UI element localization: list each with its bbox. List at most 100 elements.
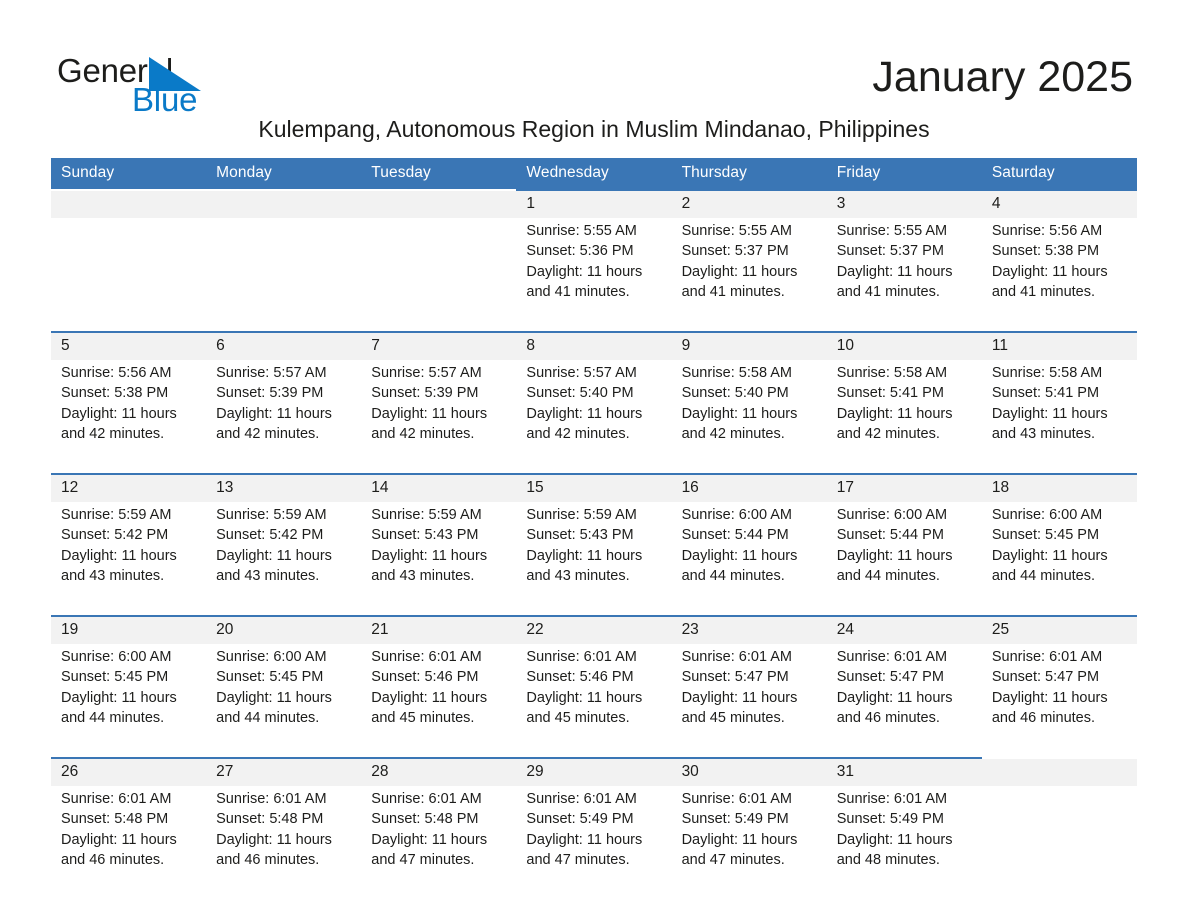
sunset-text: Sunset: 5:38 PM — [61, 385, 169, 402]
day-cell[interactable]: Sunrise: 6:01 AM Sunset: 5:49 PM Daylight:… — [671, 786, 827, 899]
daylight-text-cont: and 47 minutes. — [371, 851, 475, 868]
weekday-header-friday: Friday — [826, 158, 982, 190]
day-cell[interactable]: Sunrise: 6:00 AM Sunset: 5:44 PM Daylight:… — [826, 502, 982, 616]
day-number[interactable]: 31 — [826, 757, 982, 786]
day-cell[interactable]: Sunrise: 5:55 AM Sunset: 5:37 PM Daylight:… — [826, 218, 982, 332]
sunset-text: Sunset: 5:41 PM — [836, 385, 944, 402]
day-number[interactable]: 12 — [51, 473, 207, 502]
weekday-header-saturday: Saturday — [981, 158, 1137, 190]
day-cell[interactable]: Sunrise: 5:55 AM Sunset: 5:37 PM Daylight:… — [671, 218, 827, 332]
day-cell[interactable]: Sunrise: 5:57 AM Sunset: 5:39 PM Daylight:… — [206, 360, 362, 474]
day-number[interactable]: 26 — [51, 757, 207, 786]
day-cell[interactable]: Sunrise: 6:01 AM Sunset: 5:48 PM Daylight:… — [361, 786, 517, 899]
day-cell[interactable]: Sunrise: 6:00 AM Sunset: 5:45 PM Daylight:… — [206, 644, 362, 758]
day-cell[interactable]: Sunrise: 6:01 AM Sunset: 5:49 PM Daylight:… — [516, 786, 672, 899]
sunrise-text: Sunrise: 6:01 AM — [371, 791, 482, 807]
day-cell[interactable]: Sunrise: 5:55 AM Sunset: 5:36 PM Daylight:… — [516, 218, 672, 332]
day-number[interactable]: 3 — [826, 189, 982, 218]
day-number[interactable]: 8 — [516, 331, 672, 360]
daylight-text: Daylight: 11 hours — [526, 405, 643, 422]
sunrise-text: Sunrise: 6:00 AM — [216, 649, 327, 665]
sunset-text: Sunset: 5:36 PM — [526, 243, 634, 260]
day-number[interactable]: 28 — [361, 757, 517, 786]
day-number[interactable]: 5 — [51, 331, 207, 360]
daylight-text: Daylight: 11 hours — [991, 547, 1108, 564]
daylight-text-cont: and 41 minutes. — [991, 283, 1096, 300]
day-number[interactable]: 27 — [206, 757, 362, 786]
daylight-text: Daylight: 11 hours — [216, 405, 332, 422]
generalblue-logo[interactable]: General Blue — [57, 52, 257, 118]
day-number[interactable]: 2 — [671, 189, 827, 218]
day-number[interactable]: 17 — [826, 473, 982, 502]
day-cell[interactable]: Sunrise: 6:01 AM Sunset: 5:47 PM Daylight:… — [671, 644, 827, 758]
day-number[interactable]: 9 — [671, 331, 827, 360]
sunset-text: Sunset: 5:47 PM — [681, 669, 789, 686]
day-number[interactable]: 10 — [826, 331, 982, 360]
calendar-header-row: Sunday Monday Tuesday Wednesday Thursday… — [51, 158, 1137, 190]
day-number[interactable]: 6 — [206, 331, 362, 360]
day-number[interactable]: 19 — [51, 615, 207, 644]
day-cell[interactable]: Sunrise: 5:58 AM Sunset: 5:41 PM Daylight:… — [826, 360, 982, 474]
sunset-text: Sunset: 5:40 PM — [526, 385, 634, 402]
day-number[interactable]: 30 — [671, 757, 827, 786]
day-cell[interactable]: Sunrise: 5:57 AM Sunset: 5:39 PM Daylight:… — [361, 360, 517, 474]
day-number[interactable]: 23 — [671, 615, 827, 644]
day-cell[interactable]: Sunrise: 5:59 AM Sunset: 5:43 PM Daylight:… — [516, 502, 672, 616]
day-number[interactable]: 16 — [671, 473, 827, 502]
day-cell[interactable]: Sunrise: 6:00 AM Sunset: 5:45 PM Daylight:… — [51, 644, 207, 758]
day-cell[interactable]: Sunrise: 5:58 AM Sunset: 5:41 PM Daylight:… — [981, 360, 1137, 474]
sunset-text: Sunset: 5:42 PM — [216, 527, 324, 544]
daylight-text: Daylight: 11 hours — [526, 263, 643, 280]
day-cell[interactable]: Sunrise: 6:01 AM Sunset: 5:48 PM Daylight:… — [51, 786, 207, 899]
day-number[interactable]: 21 — [361, 615, 517, 644]
sunset-text: Sunset: 5:40 PM — [681, 385, 789, 402]
day-number[interactable]: 7 — [361, 331, 517, 360]
day-cell[interactable]: Sunrise: 5:58 AM Sunset: 5:40 PM Daylight:… — [671, 360, 827, 474]
day-cell[interactable]: Sunrise: 6:00 AM Sunset: 5:45 PM Daylight:… — [981, 502, 1137, 616]
daylight-text-cont: and 44 minutes. — [991, 567, 1096, 584]
day-cell[interactable]: Sunrise: 6:00 AM Sunset: 5:44 PM Daylight:… — [671, 502, 827, 616]
sunset-text: Sunset: 5:45 PM — [61, 669, 169, 686]
empty-day-cell — [51, 218, 207, 332]
day-number[interactable]: 22 — [516, 615, 672, 644]
day-number[interactable]: 11 — [981, 331, 1137, 360]
day-number[interactable]: 29 — [516, 757, 672, 786]
day-cell[interactable]: Sunrise: 6:01 AM Sunset: 5:46 PM Daylight:… — [516, 644, 672, 758]
sunset-text: Sunset: 5:43 PM — [526, 527, 634, 544]
day-cell[interactable]: Sunrise: 6:01 AM Sunset: 5:47 PM Daylight:… — [826, 644, 982, 758]
day-cell[interactable]: Sunrise: 6:01 AM Sunset: 5:48 PM Daylight:… — [206, 786, 362, 899]
sunrise-text: Sunrise: 5:55 AM — [681, 223, 792, 239]
empty-day-cell — [206, 218, 362, 332]
day-number[interactable]: 24 — [826, 615, 982, 644]
day-cell[interactable]: Sunrise: 5:56 AM Sunset: 5:38 PM Daylight:… — [981, 218, 1137, 332]
week-info-row: Sunrise: 6:00 AM Sunset: 5:45 PM Daylight:… — [51, 644, 1137, 758]
daylight-text-cont: and 41 minutes. — [836, 283, 940, 300]
day-number[interactable]: 20 — [206, 615, 362, 644]
daylight-text-cont: and 42 minutes. — [526, 425, 630, 442]
day-cell[interactable]: Sunrise: 6:01 AM Sunset: 5:47 PM Daylight:… — [981, 644, 1137, 758]
day-number[interactable]: 13 — [206, 473, 362, 502]
daylight-text: Daylight: 11 hours — [216, 831, 332, 848]
day-number[interactable]: 14 — [361, 473, 517, 502]
day-cell[interactable]: Sunrise: 6:01 AM Sunset: 5:49 PM Daylight:… — [826, 786, 982, 899]
day-number[interactable]: 1 — [516, 189, 672, 218]
day-cell[interactable]: Sunrise: 5:56 AM Sunset: 5:38 PM Daylight:… — [51, 360, 207, 474]
daylight-text-cont: and 44 minutes. — [216, 709, 320, 726]
daylight-text: Daylight: 11 hours — [681, 547, 798, 564]
day-cell[interactable]: Sunrise: 5:59 AM Sunset: 5:42 PM Daylight:… — [206, 502, 362, 616]
day-number[interactable]: 4 — [981, 189, 1137, 218]
weekday-header-thursday: Thursday — [671, 158, 827, 190]
weekday-header-wednesday: Wednesday — [516, 158, 672, 190]
day-cell[interactable]: Sunrise: 5:59 AM Sunset: 5:42 PM Daylight:… — [51, 502, 207, 616]
sunset-text: Sunset: 5:47 PM — [836, 669, 944, 686]
daylight-text: Daylight: 11 hours — [216, 547, 332, 564]
day-cell[interactable]: Sunrise: 6:01 AM Sunset: 5:46 PM Daylight:… — [361, 644, 517, 758]
day-cell[interactable]: Sunrise: 5:57 AM Sunset: 5:40 PM Daylight:… — [516, 360, 672, 474]
day-cell[interactable]: Sunrise: 5:59 AM Sunset: 5:43 PM Daylight:… — [361, 502, 517, 616]
day-number[interactable]: 25 — [981, 615, 1137, 644]
daylight-text: Daylight: 11 hours — [836, 547, 953, 564]
daylight-text: Daylight: 11 hours — [681, 263, 798, 280]
day-number[interactable]: 15 — [516, 473, 672, 502]
sunrise-text: Sunrise: 6:01 AM — [216, 791, 327, 807]
day-number[interactable]: 18 — [981, 473, 1137, 502]
